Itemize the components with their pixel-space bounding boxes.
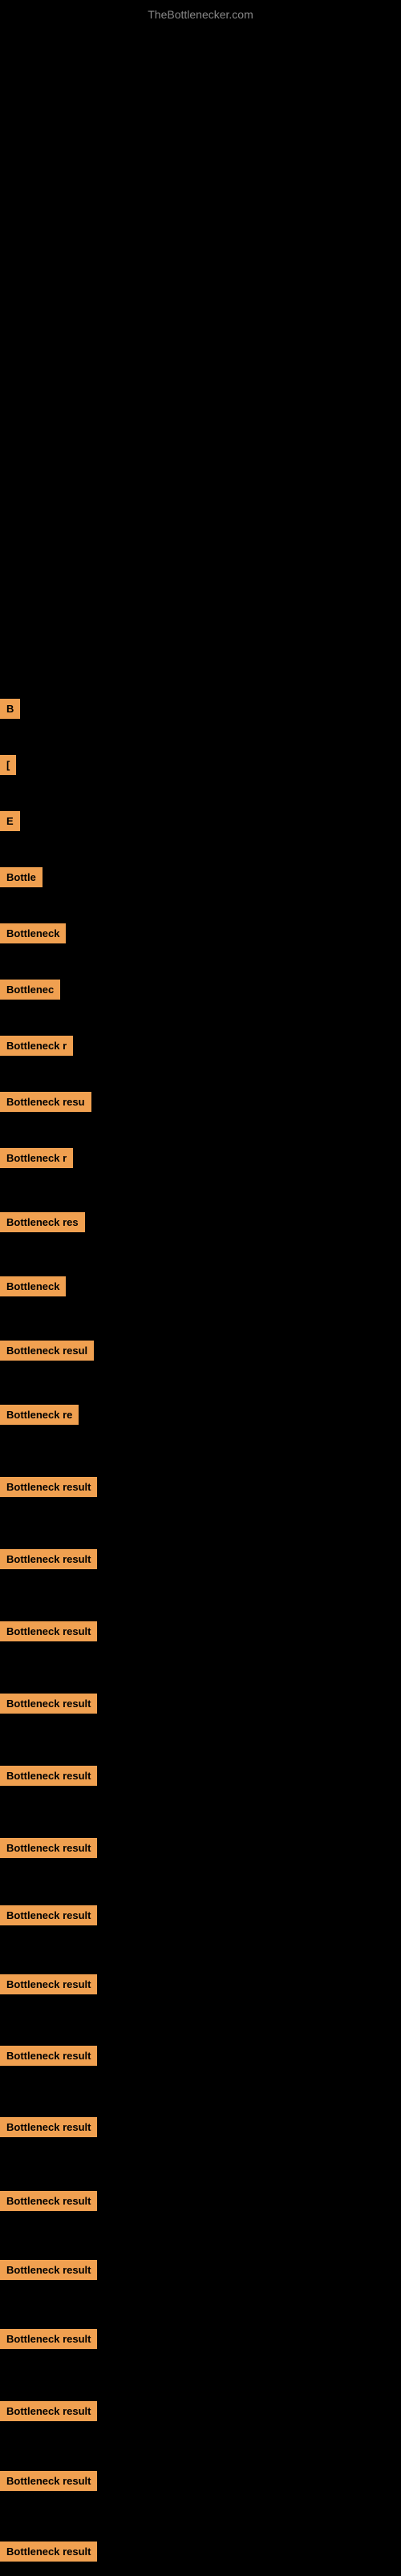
bottleneck-item-28: Bottleneck result [0, 2471, 97, 2491]
bottleneck-item-11: Bottleneck [0, 1276, 66, 1296]
bottleneck-item-26: Bottleneck result [0, 2329, 97, 2349]
bottleneck-item-21: Bottleneck result [0, 1974, 97, 1994]
bottleneck-item-29: Bottleneck result [0, 2542, 97, 2562]
bottleneck-item-8: Bottleneck resu [0, 1092, 91, 1112]
bottleneck-item-9: Bottleneck r [0, 1148, 73, 1168]
bottleneck-item-3: E [0, 811, 20, 831]
site-title: TheBottlenecker.com [0, 0, 401, 25]
bottleneck-item-22: Bottleneck result [0, 2046, 97, 2066]
bottleneck-item-13: Bottleneck re [0, 1405, 79, 1425]
bottleneck-item-6: Bottlenec [0, 980, 60, 1000]
bottleneck-item-5: Bottleneck [0, 923, 66, 943]
bottleneck-item-19: Bottleneck result [0, 1838, 97, 1858]
bottleneck-item-15: Bottleneck result [0, 1549, 97, 1569]
bottleneck-item-18: Bottleneck result [0, 1766, 97, 1786]
bottleneck-item-10: Bottleneck res [0, 1212, 85, 1232]
bottleneck-item-2: [ [0, 755, 16, 775]
bottleneck-item-12: Bottleneck resul [0, 1341, 94, 1361]
bottleneck-item-24: Bottleneck result [0, 2191, 97, 2211]
bottleneck-item-1: B [0, 699, 20, 719]
bottleneck-item-20: Bottleneck result [0, 1905, 97, 1925]
bottleneck-item-7: Bottleneck r [0, 1036, 73, 1056]
bottleneck-item-25: Bottleneck result [0, 2260, 97, 2280]
bottleneck-item-23: Bottleneck result [0, 2117, 97, 2137]
bottleneck-item-17: Bottleneck result [0, 1694, 97, 1714]
bottleneck-item-14: Bottleneck result [0, 1477, 97, 1497]
bottleneck-item-16: Bottleneck result [0, 1621, 97, 1641]
bottleneck-item-27: Bottleneck result [0, 2401, 97, 2421]
bottleneck-item-4: Bottle [0, 867, 43, 887]
